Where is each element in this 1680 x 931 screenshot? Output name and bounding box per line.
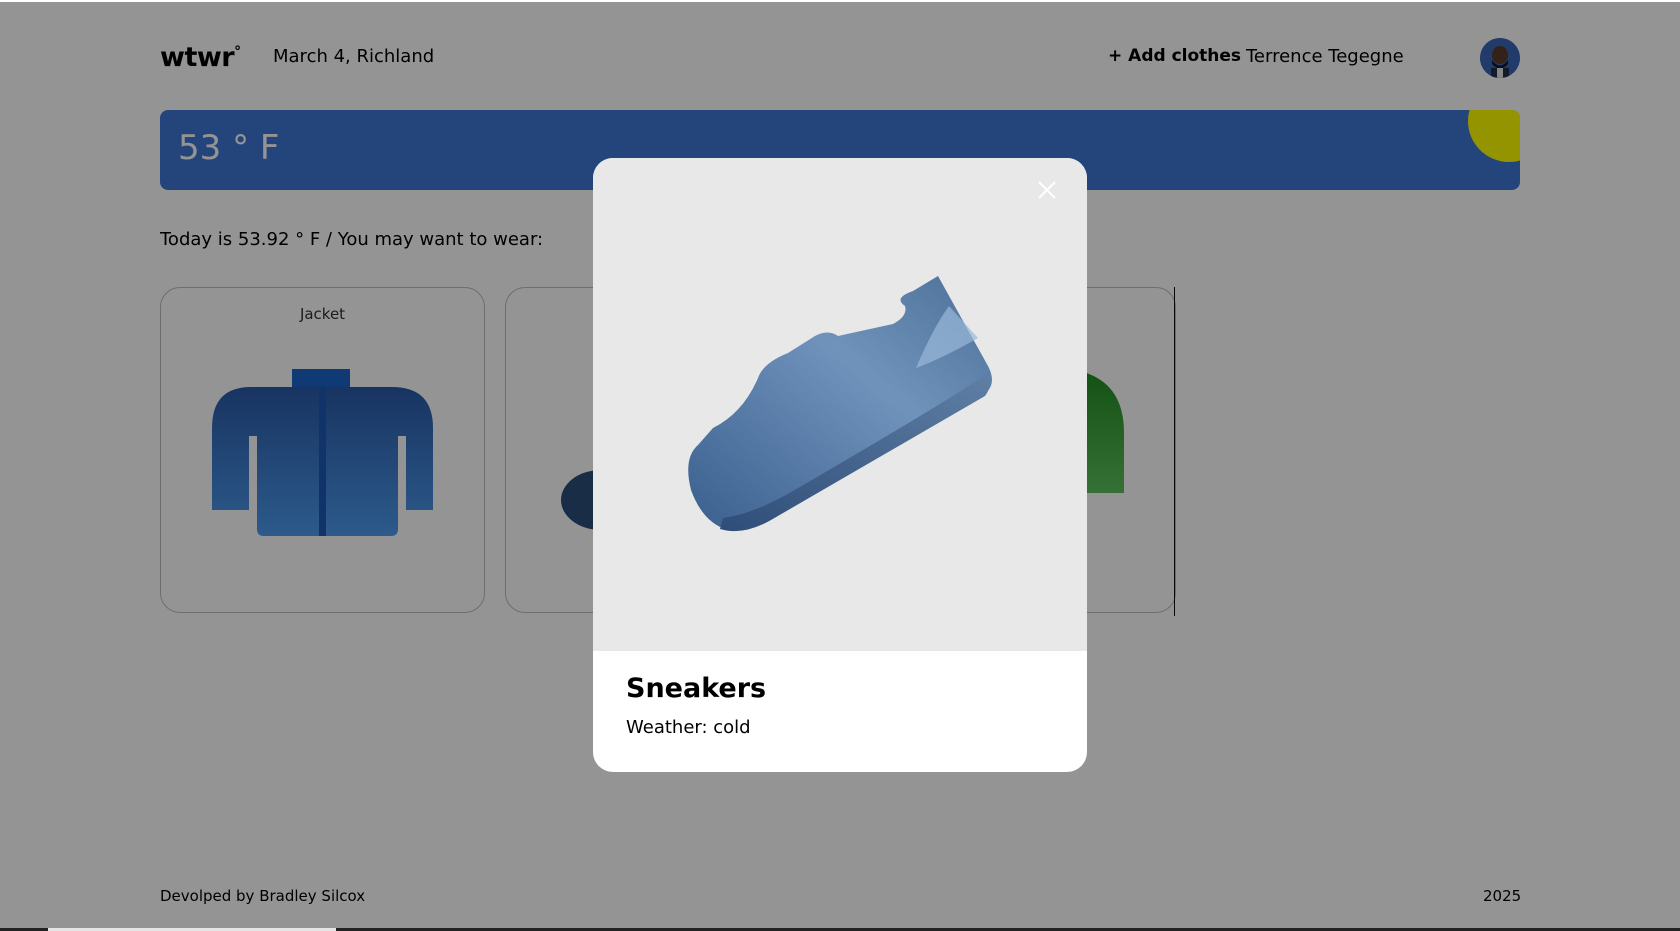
modal-image xyxy=(593,158,1087,651)
modal-title: Sneakers xyxy=(626,673,767,704)
sneaker-icon xyxy=(688,276,992,532)
top-edge xyxy=(0,0,1680,2)
close-icon[interactable] xyxy=(1035,178,1059,202)
page: wtwr° March 4, Richland + Add clothes Te… xyxy=(0,0,1680,931)
item-preview-modal: Sneakers Weather: cold xyxy=(593,158,1087,772)
close-icon-glyph xyxy=(1038,181,1056,199)
modal-weather: Weather: cold xyxy=(626,717,751,738)
